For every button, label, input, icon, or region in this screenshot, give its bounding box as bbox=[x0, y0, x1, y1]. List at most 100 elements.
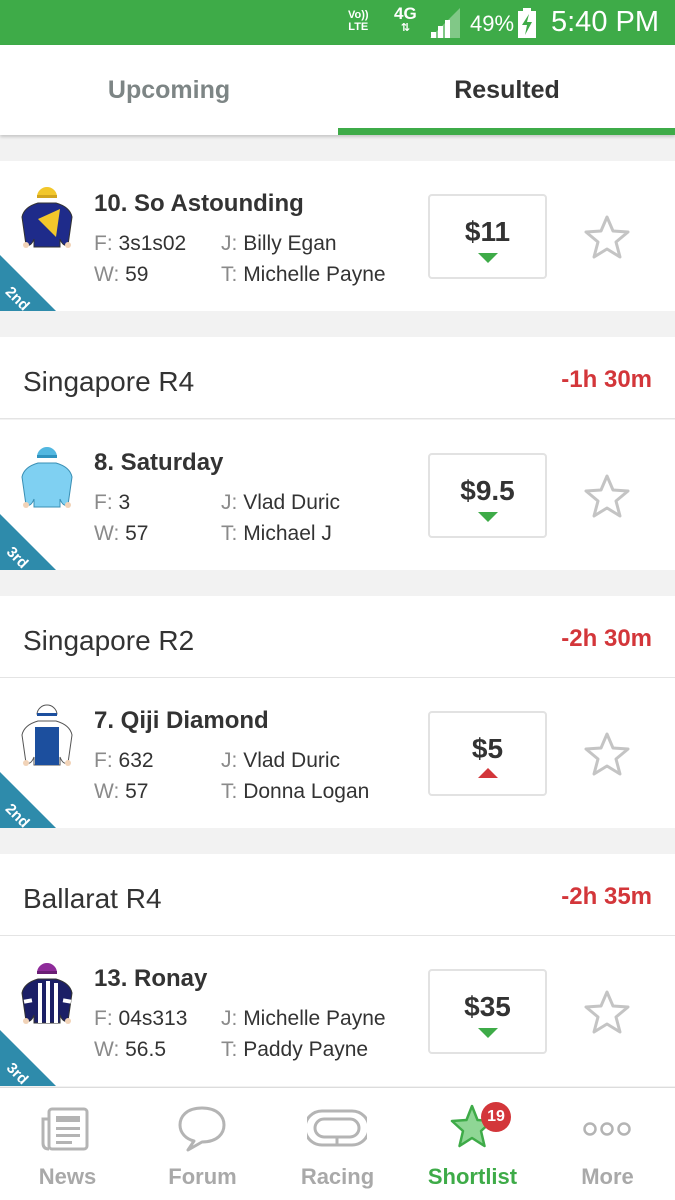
jockey-label: J: bbox=[221, 749, 238, 772]
clock: 5:40 PM bbox=[551, 6, 659, 38]
runner-row[interactable]: 13. Ronay F: 04s313 J: Michelle Payne W:… bbox=[0, 936, 675, 1086]
runner-trainer: T: Michael J bbox=[221, 522, 332, 546]
odds-value: $5 bbox=[471, 733, 504, 764]
star-icon[interactable] bbox=[583, 731, 631, 779]
nav-label: Shortlist bbox=[427, 1164, 518, 1189]
runner-trainer: T: Michelle Payne bbox=[221, 263, 386, 287]
runner-name: 8. Saturday bbox=[94, 449, 224, 476]
chat-bubble-icon bbox=[178, 1106, 226, 1152]
race-time: -2h 35m bbox=[561, 883, 652, 910]
odds-value: $11 bbox=[464, 216, 511, 247]
nav-label: More bbox=[581, 1164, 634, 1189]
runner-form: F: 04s313 bbox=[94, 1007, 187, 1031]
jockey-value: Michelle Payne bbox=[243, 1007, 386, 1030]
form-label: F: bbox=[94, 232, 113, 255]
form-label: F: bbox=[94, 1007, 113, 1030]
jockey-silks-icon bbox=[21, 704, 73, 766]
nav-item-forum[interactable]: Forum bbox=[135, 1088, 270, 1200]
form-label: F: bbox=[94, 491, 113, 514]
placing-badge: 3rd bbox=[0, 514, 56, 570]
nav-item-news[interactable]: News bbox=[0, 1088, 135, 1200]
odds-value: $9.5 bbox=[460, 475, 515, 506]
jockey-value: Vlad Duric bbox=[243, 491, 341, 514]
nav-item-racing[interactable]: Racing bbox=[270, 1088, 405, 1200]
form-value: 04s313 bbox=[118, 1007, 188, 1030]
network-indicator: 4G ⇅ bbox=[394, 5, 417, 34]
weight-label: W: bbox=[94, 780, 120, 803]
weight-label: W: bbox=[94, 522, 120, 545]
trainer-label: T: bbox=[221, 522, 238, 545]
odds-button[interactable]: $9.5 bbox=[428, 453, 547, 538]
tab-upcoming[interactable]: Upcoming bbox=[0, 45, 338, 135]
weight-value: 57 bbox=[125, 780, 149, 803]
form-label: F: bbox=[94, 749, 113, 772]
race-name: Ballarat R4 bbox=[23, 883, 162, 914]
shortlist-count-badge: 19 bbox=[481, 1102, 511, 1132]
jockey-value: Vlad Duric bbox=[243, 749, 341, 772]
tab-bar: Upcoming Resulted bbox=[0, 45, 675, 135]
placing-badge: 2nd bbox=[0, 772, 56, 828]
odds-up-arrow-icon bbox=[478, 768, 498, 778]
volte-indicator: Vo)) LTE bbox=[348, 9, 369, 33]
runner-weight: W: 56.5 bbox=[94, 1038, 166, 1062]
tab-resulted[interactable]: Resulted bbox=[338, 45, 675, 135]
data-arrows-icon: ⇅ bbox=[400, 22, 410, 34]
runner-form: F: 3 bbox=[94, 491, 130, 515]
jockey-label: J: bbox=[221, 491, 238, 514]
placing-badge: 3rd bbox=[0, 1030, 56, 1086]
runner-jockey: J: Billy Egan bbox=[221, 232, 337, 256]
race-header[interactable]: Singapore R2 -2h 30m bbox=[0, 596, 675, 678]
trainer-value: Donna Logan bbox=[243, 780, 370, 803]
star-icon[interactable] bbox=[583, 989, 631, 1037]
battery-percent: 49% bbox=[470, 11, 515, 36]
odds-button[interactable]: $5 bbox=[428, 711, 547, 796]
weight-value: 59 bbox=[125, 263, 149, 286]
runner-trainer: T: Paddy Payne bbox=[221, 1038, 368, 1062]
runner-weight: W: 57 bbox=[94, 522, 148, 546]
nav-label: Racing bbox=[300, 1164, 375, 1189]
odds-button[interactable]: $35 bbox=[428, 969, 547, 1054]
runner-weight: W: 57 bbox=[94, 780, 148, 804]
race-header[interactable]: Singapore R4 -1h 30m bbox=[0, 337, 675, 419]
lte-label: LTE bbox=[348, 21, 369, 33]
news-icon bbox=[41, 1107, 89, 1151]
race-time: -2h 30m bbox=[561, 625, 652, 652]
battery-charging-icon bbox=[518, 8, 536, 38]
form-value: 3s1s02 bbox=[118, 232, 187, 255]
nav-item-shortlist[interactable]: Shortlist bbox=[405, 1088, 540, 1200]
trainer-value: Michael J bbox=[243, 522, 332, 545]
jockey-silks-icon bbox=[21, 446, 73, 508]
weight-label: W: bbox=[94, 1038, 120, 1061]
odds-button[interactable]: $11 bbox=[428, 194, 547, 279]
bottom-nav: News Forum Racing Shortlist More bbox=[0, 1087, 675, 1200]
race-header[interactable]: Ballarat R4 -2h 35m bbox=[0, 854, 675, 936]
form-value: 632 bbox=[118, 749, 154, 772]
runner-name: 13. Ronay bbox=[94, 965, 208, 992]
runner-name: 10. So Astounding bbox=[94, 190, 304, 217]
more-dots-icon bbox=[583, 1122, 631, 1136]
star-icon[interactable] bbox=[583, 473, 631, 521]
runner-row[interactable]: 8. Saturday F: 3 J: Vlad Duric W: 57 T: … bbox=[0, 420, 675, 570]
form-value: 3 bbox=[118, 491, 131, 514]
runner-jockey: J: Vlad Duric bbox=[221, 491, 340, 515]
runner-row[interactable]: 10. So Astounding F: 3s1s02 J: Billy Ega… bbox=[0, 161, 675, 311]
racetrack-icon bbox=[307, 1109, 367, 1147]
runner-weight: W: 59 bbox=[94, 263, 148, 287]
trainer-value: Paddy Payne bbox=[243, 1038, 369, 1061]
jockey-value: Billy Egan bbox=[243, 232, 337, 255]
runner-row[interactable]: 7. Qiji Diamond F: 632 J: Vlad Duric W: … bbox=[0, 678, 675, 828]
signal-icon bbox=[430, 8, 460, 38]
network-type: 4G bbox=[394, 4, 417, 23]
star-icon[interactable] bbox=[583, 214, 631, 262]
nav-item-more[interactable]: More bbox=[540, 1088, 675, 1200]
trainer-label: T: bbox=[221, 780, 238, 803]
nav-label: Forum bbox=[168, 1164, 237, 1189]
race-time: -1h 30m bbox=[561, 366, 652, 393]
trainer-label: T: bbox=[221, 1038, 238, 1061]
placing-badge: 2nd bbox=[0, 255, 56, 311]
tab-active-indicator bbox=[338, 128, 675, 135]
runner-form: F: 3s1s02 bbox=[94, 232, 186, 256]
jockey-silks-icon bbox=[21, 186, 73, 248]
weight-value: 56.5 bbox=[125, 1038, 166, 1061]
jockey-silks-icon bbox=[21, 962, 73, 1024]
